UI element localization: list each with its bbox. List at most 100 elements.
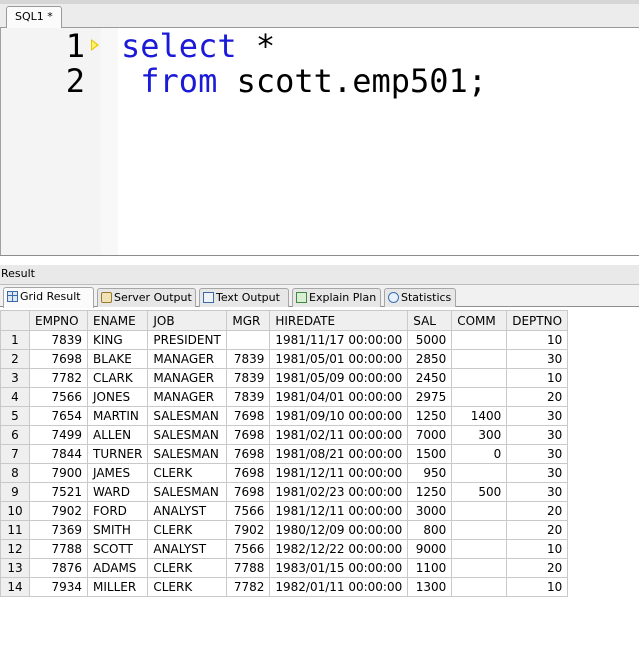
cell-sal[interactable]: 1250 <box>407 482 453 502</box>
cell-sal[interactable]: 3000 <box>407 501 453 521</box>
cell-hiredate[interactable]: 1981/05/09 00:00:00 <box>269 368 409 388</box>
row-number[interactable]: 1 <box>0 330 30 350</box>
grid-corner[interactable] <box>0 310 30 331</box>
row-number[interactable]: 5 <box>0 406 30 426</box>
cell-deptno[interactable]: 20 <box>506 387 569 407</box>
row-number[interactable]: 14 <box>0 577 30 597</box>
cell-mgr[interactable]: 7566 <box>226 501 271 521</box>
row-number[interactable]: 11 <box>0 520 30 540</box>
cell-comm[interactable] <box>451 558 508 578</box>
cell-mgr[interactable]: 7698 <box>226 425 271 445</box>
cell-ename[interactable]: MARTIN <box>86 406 149 426</box>
cell-mgr[interactable]: 7902 <box>226 520 271 540</box>
cell-ename[interactable]: FORD <box>86 501 149 521</box>
cell-empno[interactable]: 7844 <box>29 444 88 464</box>
column-header-ename[interactable]: ENAME <box>86 310 149 331</box>
cell-sal[interactable]: 800 <box>407 520 453 540</box>
table-row[interactable]: 2 7698 BLAKE MANAGER 7839 1981/05/01 00:00:00… <box>0 349 569 369</box>
cell-mgr[interactable]: 7698 <box>226 406 271 426</box>
cell-hiredate[interactable]: 1980/12/09 00:00:00 <box>269 520 409 540</box>
row-number[interactable]: 12 <box>0 539 30 559</box>
cell-job[interactable]: MANAGER <box>147 349 228 369</box>
cell-empno[interactable]: 7566 <box>29 387 88 407</box>
cell-comm[interactable] <box>451 539 508 559</box>
cell-empno[interactable]: 7902 <box>29 501 88 521</box>
table-row[interactable]: 7 7844 TURNER SALESMAN 7698 1981/08/21 00:00:… <box>0 444 569 464</box>
cell-ename[interactable]: BLAKE <box>86 349 149 369</box>
tab-server-output[interactable]: Server Output <box>97 288 196 307</box>
table-row[interactable]: 3 7782 CLARK MANAGER 7839 1981/05/09 00:00:00… <box>0 368 569 388</box>
cell-hiredate[interactable]: 1981/02/11 00:00:00 <box>269 425 409 445</box>
cell-deptno[interactable]: 20 <box>506 558 569 578</box>
cell-empno[interactable]: 7934 <box>29 577 88 597</box>
cell-deptno[interactable]: 30 <box>506 406 569 426</box>
cell-mgr[interactable]: 7698 <box>226 444 271 464</box>
column-header-deptno[interactable]: DEPTNO <box>506 310 569 331</box>
cell-empno[interactable]: 7698 <box>29 349 88 369</box>
cell-sal[interactable]: 1300 <box>407 577 453 597</box>
cell-ename[interactable]: SCOTT <box>86 539 149 559</box>
cell-comm[interactable] <box>451 330 508 350</box>
cell-hiredate[interactable]: 1981/09/10 00:00:00 <box>269 406 409 426</box>
table-row[interactable]: 9 7521 WARD SALESMAN 7698 1981/02/23 00:00:00… <box>0 482 569 502</box>
table-row[interactable]: 5 7654 MARTIN SALESMAN 7698 1981/09/10 00:00:… <box>0 406 569 426</box>
row-number[interactable]: 9 <box>0 482 30 502</box>
cell-ename[interactable]: ALLEN <box>86 425 149 445</box>
column-header-hiredate[interactable]: HIREDATE <box>269 310 409 331</box>
table-row[interactable]: 14 7934 MILLER CLERK 7782 1982/01/11 00:00:00… <box>0 577 569 597</box>
cell-sal[interactable]: 2450 <box>407 368 453 388</box>
cell-empno[interactable]: 7876 <box>29 558 88 578</box>
table-row[interactable]: 4 7566 JONES MANAGER 7839 1981/04/01 00:00:00… <box>0 387 569 407</box>
cell-ename[interactable]: TURNER <box>86 444 149 464</box>
cell-sal[interactable]: 950 <box>407 463 453 483</box>
cell-comm[interactable] <box>451 577 508 597</box>
cell-comm[interactable]: 0 <box>451 444 508 464</box>
cell-job[interactable]: ANALYST <box>147 539 228 559</box>
cell-mgr[interactable] <box>226 330 271 350</box>
table-row[interactable]: 6 7499 ALLEN SALESMAN 7698 1981/02/11 00:00:0… <box>0 425 569 445</box>
cell-deptno[interactable]: 10 <box>506 330 569 350</box>
cell-mgr[interactable]: 7698 <box>226 482 271 502</box>
cell-comm[interactable] <box>451 520 508 540</box>
cell-comm[interactable]: 500 <box>451 482 508 502</box>
tab-text-output[interactable]: Text Output <box>199 288 289 307</box>
table-row[interactable]: 12 7788 SCOTT ANALYST 7566 1982/12/22 00:00:0… <box>0 539 569 559</box>
cell-mgr[interactable]: 7782 <box>226 577 271 597</box>
cell-deptno[interactable]: 20 <box>506 501 569 521</box>
cell-hiredate[interactable]: 1981/08/21 00:00:00 <box>269 444 409 464</box>
cell-ename[interactable]: SMITH <box>86 520 149 540</box>
cell-hiredate[interactable]: 1983/01/15 00:00:00 <box>269 558 409 578</box>
table-row[interactable]: 11 7369 SMITH CLERK 7902 1980/12/09 00:00:00 8… <box>0 520 569 540</box>
sql-editor[interactable]: 1 2 select * from scott.emp501; <box>0 28 639 256</box>
cell-job[interactable]: PRESIDENT <box>147 330 228 350</box>
cell-empno[interactable]: 7788 <box>29 539 88 559</box>
cell-empno[interactable]: 7900 <box>29 463 88 483</box>
cell-deptno[interactable]: 30 <box>506 444 569 464</box>
cell-deptno[interactable]: 30 <box>506 482 569 502</box>
cell-job[interactable]: CLERK <box>147 520 228 540</box>
cell-hiredate[interactable]: 1981/04/01 00:00:00 <box>269 387 409 407</box>
cell-job[interactable]: CLERK <box>147 463 228 483</box>
cell-job[interactable]: MANAGER <box>147 387 228 407</box>
row-number[interactable]: 3 <box>0 368 30 388</box>
cell-mgr[interactable]: 7839 <box>226 368 271 388</box>
cell-mgr[interactable]: 7839 <box>226 387 271 407</box>
cell-sal[interactable]: 7000 <box>407 425 453 445</box>
cell-ename[interactable]: ADAMS <box>86 558 149 578</box>
code-line-2[interactable]: from scott.emp501; <box>121 63 487 99</box>
cell-sal[interactable]: 5000 <box>407 330 453 350</box>
cell-deptno[interactable]: 30 <box>506 349 569 369</box>
tab-sql1[interactable]: SQL1 * <box>6 6 62 28</box>
cell-mgr[interactable]: 7788 <box>226 558 271 578</box>
table-row[interactable]: 8 7900 JAMES CLERK 7698 1981/12/11 00:00:00 95… <box>0 463 569 483</box>
cell-comm[interactable]: 1400 <box>451 406 508 426</box>
cell-empno[interactable]: 7499 <box>29 425 88 445</box>
row-number[interactable]: 4 <box>0 387 30 407</box>
cell-job[interactable]: SALESMAN <box>147 425 228 445</box>
cell-sal[interactable]: 1500 <box>407 444 453 464</box>
cell-job[interactable]: CLERK <box>147 577 228 597</box>
cell-comm[interactable] <box>451 387 508 407</box>
cell-empno[interactable]: 7521 <box>29 482 88 502</box>
tab-explain-plan[interactable]: Explain Plan <box>292 288 381 307</box>
cell-job[interactable]: MANAGER <box>147 368 228 388</box>
